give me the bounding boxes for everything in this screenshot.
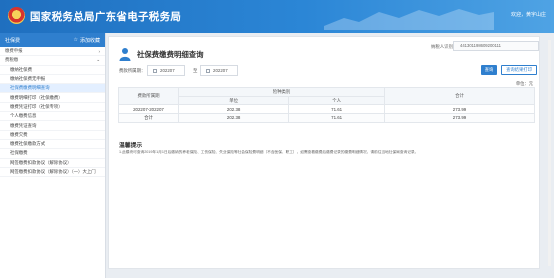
sidebar-group[interactable]: 费税缴 ⌄ <box>0 56 105 66</box>
to-label: 至 <box>193 68 198 73</box>
person-icon <box>119 48 131 61</box>
star-icon: ☆ <box>73 37 78 43</box>
add-favorite-button[interactable]: ☆ 添加收藏 <box>74 37 101 44</box>
col-header-period: 费款所属期 <box>118 86 179 106</box>
sidebar-item[interactable]: 缴费社保缴款方式 <box>0 140 105 150</box>
sidebar-item-label: 缴纳社保费 <box>10 66 32 72</box>
add-favorite-label: 添加收藏 <box>79 37 100 44</box>
cell-person: 71.61 <box>288 113 385 123</box>
period-end-input[interactable]: 202207 <box>200 65 238 76</box>
sidebar-item-label: 社保缴费 <box>10 150 28 156</box>
sidebar-menu: 缴费申报 › 费税缴 ⌄ 缴纳社保费缴纳社保费无申报 社保费缴费明细查询缴费明细打印（社保… <box>0 47 105 178</box>
sidebar-item-label: 社保费缴费明细查询 <box>10 85 50 91</box>
chevron-right-icon: › <box>98 48 100 54</box>
query-button[interactable]: 查询 <box>481 65 497 75</box>
period-end-value: 202207 <box>213 68 228 73</box>
cell-person: 71.61 <box>288 104 385 115</box>
sidebar-group[interactable]: 缴费申报 › <box>0 47 105 57</box>
great-wall-decoration <box>324 9 494 30</box>
sidebar-title: 社保费 <box>5 37 21 44</box>
sidebar-item-label: 缴费明细打印（社保缴费） <box>10 94 63 100</box>
top-header: 国家税务总局广东省电子税务局 欢迎，黄宇山庄 <box>0 0 554 33</box>
sidebar-item[interactable]: 社保缴费 <box>0 149 105 159</box>
cell-period: 合计 <box>118 113 179 123</box>
col-header-person: 个人 <box>288 95 385 106</box>
sidebar-item-label: 网签缴费扣款协议（解除协议）（一）大上门 <box>10 169 96 174</box>
sidebar-item-label: 个人缴费信息 <box>10 113 37 119</box>
calendar-icon <box>206 68 210 73</box>
payment-detail-table: 费款所属期 险种类别 合计 单位 个人 202207-202207 202.38… <box>118 86 535 123</box>
sidebar-item-label: 缴费申报 <box>5 48 23 54</box>
user-info[interactable]: 欢迎，黄宇山庄 <box>511 11 546 18</box>
col-header-unit: 单位 <box>177 95 290 106</box>
tax-bureau-logo <box>8 7 25 24</box>
sidebar-header: 社保费 ☆ 添加收藏 <box>0 33 105 47</box>
page-title: 社保费缴费明细查询 <box>137 50 204 59</box>
cell-total: 273.99 <box>384 104 535 115</box>
sidebar-item-label: 缴费欠费 <box>10 131 28 137</box>
sidebar-item-label: 缴费凭证查询 <box>10 122 37 128</box>
col-header-type: 险种类别 <box>178 87 385 97</box>
cell-period: 202207-202207 <box>118 104 179 115</box>
cell-total: 273.99 <box>384 113 535 123</box>
sidebar-item-label: 缴纳社保费无申报 <box>10 76 46 82</box>
sidebar-item-label: 网签缴费扣款协议（解除协议） <box>10 159 72 165</box>
sidebar-item[interactable]: 缴费凭证查询 <box>0 121 105 131</box>
notes-title: 温馨提示 <box>119 143 143 149</box>
sidebar-item-label: 缴费社保缴款方式 <box>10 141 46 147</box>
sidebar-item[interactable]: 缴纳社保费无申报 <box>0 75 105 85</box>
site-title: 国家税务总局广东省电子税务局 <box>30 11 182 23</box>
col-header-total: 合计 <box>384 86 535 106</box>
cell-unit: 202.38 <box>177 113 290 123</box>
sidebar-item[interactable]: 缴纳社保费 <box>0 66 105 75</box>
print-results-button[interactable]: 查询结果打印 <box>501 65 537 75</box>
taxpayer-id-field: 441301198609200111 <box>453 41 539 51</box>
period-start-value: 202207 <box>160 68 175 73</box>
chevron-down-icon: ⌄ <box>96 57 100 63</box>
sidebar-item[interactable]: 缴费凭证打印（社保专项） <box>0 103 105 113</box>
table-row: 202207-202207 202.38 71.61 273.99 <box>118 104 535 115</box>
sidebar-item[interactable]: 缴费明细打印（社保缴费） <box>0 93 105 103</box>
sidebar-item[interactable]: 缴费欠费 <box>0 131 105 140</box>
notes-text: 1.此模块可查询2019年1月1日后缴纳的养老保险、工伤保险、失业保险等社会保险… <box>119 150 419 154</box>
sidebar-item-label: 费税缴 <box>5 57 19 63</box>
sidebar: 社保费 ☆ 添加收藏 缴费申报 › 费税缴 ⌄ 缴纳社保费 缴纳社保费无申报 社保费缴费明细… <box>0 33 106 278</box>
main-panel: 社保费缴费明细查询 纳税人识别号 441301198609200111 费款所属… <box>108 36 540 269</box>
sidebar-item[interactable]: 网签缴费扣款协议（解除协议） <box>0 159 105 168</box>
calendar-icon <box>153 68 157 73</box>
sidebar-item-label: 缴费凭证打印（社保专项） <box>10 103 63 109</box>
page-scrollbar[interactable] <box>548 40 551 266</box>
cell-unit: 202.38 <box>177 104 290 115</box>
table-total-row: 合计 202.38 71.61 273.99 <box>118 113 535 123</box>
sidebar-item[interactable]: 网签缴费扣款协议（解除协议）（一）大上门 <box>0 168 105 178</box>
sidebar-item[interactable]: 个人缴费信息 <box>0 112 105 122</box>
sidebar-item[interactable]: 社保费缴费明细查询 <box>0 84 105 94</box>
period-filter-label: 费款所属期： <box>119 68 146 73</box>
period-start-input[interactable]: 202207 <box>147 65 185 76</box>
